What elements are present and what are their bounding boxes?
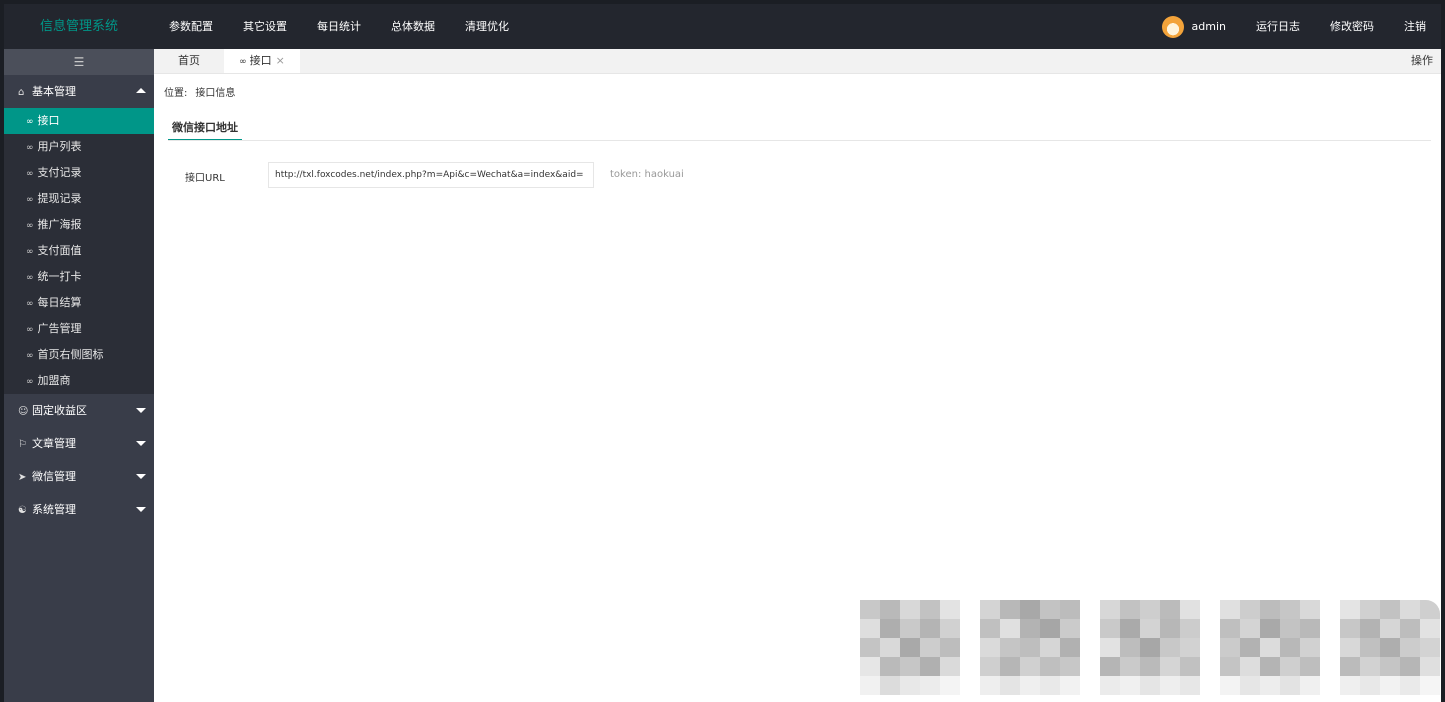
sidebar-group-label: 系统管理 <box>32 503 76 516</box>
sidebar-group-label: 文章管理 <box>32 437 76 450</box>
sidebar-item-user-list[interactable]: ∞ 用户列表 <box>4 134 154 160</box>
change-password-link[interactable]: 修改密码 <box>1315 4 1389 49</box>
sidebar-group-fixed-income[interactable]: ☺ 固定收益区 <box>4 394 154 427</box>
pixelated-watermark <box>857 600 1445 702</box>
sidebar-item-label: 支付记录 <box>37 166 82 179</box>
sidebar-group-system[interactable]: ☯ 系统管理 <box>4 493 154 526</box>
mosaic-block <box>1340 600 1440 695</box>
breadcrumb: 位置: 接口信息 <box>164 84 235 99</box>
sidebar-item-unified-checkin[interactable]: ∞ 统一打卡 <box>4 264 154 290</box>
sidebar-item-label: 广告管理 <box>37 322 82 335</box>
close-icon[interactable]: × <box>276 54 285 67</box>
send-icon: ➤ <box>18 472 27 483</box>
sidebar-item-label: 用户列表 <box>37 140 82 153</box>
topnav-other-settings[interactable]: 其它设置 <box>228 4 302 49</box>
sidebar-item-homepage-icons[interactable]: ∞ 首页右侧图标 <box>4 342 154 368</box>
sidebar-item-label: 每日结算 <box>37 296 82 309</box>
tab-home[interactable]: 首页 <box>154 49 224 73</box>
sidebar-item-label: 接口 <box>37 114 60 127</box>
home-icon: ⌂ <box>18 87 25 98</box>
link-icon: ∞ <box>239 57 247 67</box>
sidebar-item-daily-settlement[interactable]: ∞ 每日结算 <box>4 290 154 316</box>
sidebar-item-withdraw-records[interactable]: ∞ 提现记录 <box>4 186 154 212</box>
section-title[interactable]: 微信接口地址 <box>168 117 242 141</box>
tab-interface[interactable]: ∞ 接口 × <box>224 49 300 73</box>
link-icon: ∞ <box>26 351 34 361</box>
user-area: admin 运行日志 修改密码 注销 <box>1161 4 1441 49</box>
breadcrumb-path: 接口信息 <box>195 88 236 99</box>
link-icon: ∞ <box>26 247 34 257</box>
logout-link[interactable]: 注销 <box>1389 4 1441 49</box>
app-logo[interactable]: 信息管理系统 <box>4 4 154 49</box>
sidebar-item-label: 首页右侧图标 <box>37 348 104 361</box>
url-field[interactable] <box>268 162 594 188</box>
link-icon: ∞ <box>26 143 34 153</box>
mosaic-block <box>860 600 960 695</box>
caret-down-icon <box>136 507 146 512</box>
sidebar-group-label: 固定收益区 <box>32 404 87 417</box>
caret-down-icon <box>136 408 146 413</box>
avatar[interactable] <box>1161 15 1184 38</box>
run-log-link[interactable]: 运行日志 <box>1241 4 1315 49</box>
app-window: 信息管理系统 参数配置 其它设置 每日统计 总体数据 清理优化 admin 运行… <box>4 4 1441 702</box>
link-icon: ∞ <box>26 325 34 335</box>
sidebar: ☰ ⌂ 基本管理 ∞ 接口 ∞ 用户列表 ∞ 支付记录 ∞ 提现记录 ∞ 推广海报 ∞ 支付面… <box>4 49 154 702</box>
sidebar-item-interface[interactable]: ∞ 接口 <box>4 108 154 134</box>
sidebar-item-ad-management[interactable]: ∞ 广告管理 <box>4 316 154 342</box>
sidebar-group-wechat[interactable]: ➤ 微信管理 <box>4 460 154 493</box>
mosaic-block <box>980 600 1080 695</box>
mosaic-block <box>1220 600 1320 695</box>
sidebar-item-label: 加盟商 <box>37 374 71 387</box>
link-icon: ∞ <box>26 195 34 205</box>
flag-icon: ⚐ <box>18 439 27 450</box>
link-icon: ∞ <box>26 299 34 309</box>
top-nav: 参数配置 其它设置 每日统计 总体数据 清理优化 <box>154 4 524 49</box>
url-field-label: 接口URL <box>185 173 225 184</box>
sidebar-item-payment-value[interactable]: ∞ 支付面值 <box>4 238 154 264</box>
sidebar-sublist: ∞ 接口 ∞ 用户列表 ∞ 支付记录 ∞ 提现记录 ∞ 推广海报 ∞ 支付面值 ∞ 统一打卡 … <box>4 108 154 394</box>
token-note: token: haokuai <box>610 169 684 180</box>
mosaic-block <box>1100 600 1200 695</box>
link-icon: ∞ <box>26 169 34 179</box>
operations-button[interactable]: 操作 <box>1411 49 1433 73</box>
sidebar-item-promo-poster[interactable]: ∞ 推广海报 <box>4 212 154 238</box>
topnav-param-config[interactable]: 参数配置 <box>154 4 228 49</box>
user-name[interactable]: admin <box>1192 4 1241 49</box>
sidebar-item-franchisee[interactable]: ∞ 加盟商 <box>4 368 154 394</box>
sidebar-item-label: 提现记录 <box>37 192 82 205</box>
breadcrumb-label: 位置: <box>164 88 188 99</box>
top-bar: 信息管理系统 参数配置 其它设置 每日统计 总体数据 清理优化 admin 运行… <box>4 4 1441 49</box>
sidebar-item-label: 统一打卡 <box>37 270 82 283</box>
sidebar-item-label: 推广海报 <box>37 218 82 231</box>
sidebar-group-label: 基本管理 <box>32 85 76 98</box>
sidebar-item-payment-records[interactable]: ∞ 支付记录 <box>4 160 154 186</box>
link-icon: ∞ <box>26 117 34 127</box>
user-group-icon: ☺ <box>18 406 29 417</box>
sidebar-group-articles[interactable]: ⚐ 文章管理 <box>4 427 154 460</box>
topnav-overall-data[interactable]: 总体数据 <box>376 4 450 49</box>
link-icon: ∞ <box>26 221 34 231</box>
user-icon: ☯ <box>18 505 27 516</box>
topnav-cleanup[interactable]: 清理优化 <box>450 4 524 49</box>
sidebar-group-basic[interactable]: ⌂ 基本管理 <box>4 75 154 108</box>
caret-up-icon <box>136 88 146 93</box>
tab-label: 接口 <box>249 54 272 67</box>
sidebar-item-label: 支付面值 <box>37 244 82 257</box>
link-icon: ∞ <box>26 377 34 387</box>
topnav-daily-stats[interactable]: 每日统计 <box>302 4 376 49</box>
tab-bar: 首页 ∞ 接口 × 操作 <box>154 49 1441 74</box>
caret-down-icon <box>136 441 146 446</box>
section-divider <box>168 140 1431 141</box>
sidebar-group-label: 微信管理 <box>32 470 76 483</box>
menu-toggle-icon[interactable]: ☰ <box>4 49 154 75</box>
link-icon: ∞ <box>26 273 34 283</box>
caret-down-icon <box>136 474 146 479</box>
